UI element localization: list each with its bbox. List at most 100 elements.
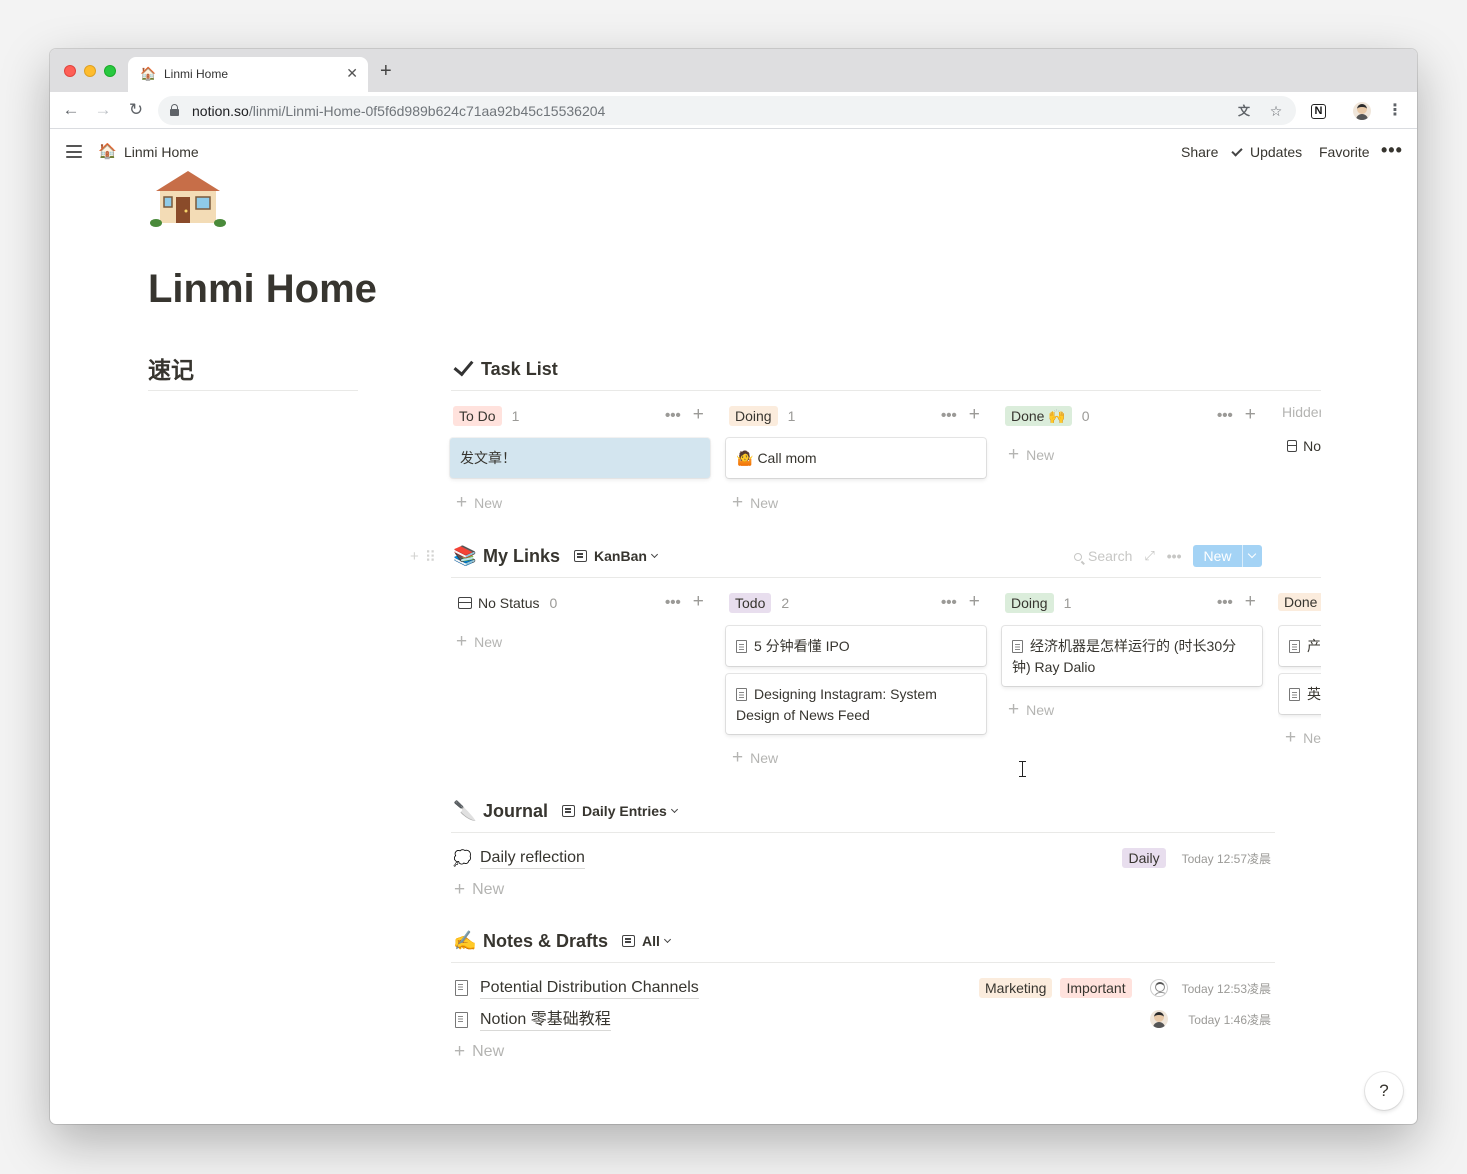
status-tag[interactable]: Todo bbox=[729, 593, 772, 613]
board-card[interactable]: 发文章！ bbox=[450, 438, 710, 478]
column-label[interactable]: No Status bbox=[478, 595, 539, 611]
notion-topbar: 🏠 Linmi Home Share Updates Favorite ••• bbox=[50, 130, 1417, 174]
row-title[interactable]: Daily reflection bbox=[480, 848, 585, 869]
list-item[interactable]: Potential Distribution Channels bbox=[455, 976, 699, 1000]
timestamp: Today 12:57凌晨 bbox=[1181, 851, 1271, 866]
add-new-row-button[interactable]: + New bbox=[454, 880, 504, 899]
column-count: 2 bbox=[781, 595, 790, 611]
add-new-card-button[interactable]: + Ne bbox=[1285, 728, 1321, 747]
forward-icon[interactable]: → bbox=[92, 99, 114, 121]
more-options-icon[interactable]: ••• bbox=[665, 407, 681, 424]
notes-title[interactable]: Notes & Drafts bbox=[483, 931, 608, 952]
status-tag[interactable]: To Do bbox=[453, 406, 502, 426]
more-options-icon[interactable]: ••• bbox=[941, 407, 957, 424]
updates-button[interactable]: Updates bbox=[1231, 144, 1302, 160]
status-tag[interactable]: Done 🙌 bbox=[1005, 406, 1072, 426]
column-tools: ••• + bbox=[941, 404, 980, 426]
status-tag[interactable]: Done bbox=[1278, 593, 1321, 611]
column-header-doing: Doing 1 bbox=[1005, 593, 1071, 613]
board-card[interactable]: 🤷 Call mom bbox=[726, 438, 986, 478]
share-button[interactable]: Share bbox=[1181, 144, 1218, 160]
back-icon[interactable]: ← bbox=[60, 99, 82, 121]
address-bar[interactable]: notion.so/linmi/Linmi-Home-0f5f6d989b624… bbox=[158, 96, 1296, 125]
my-links-title[interactable]: My Links bbox=[483, 546, 560, 567]
hidden-item[interactable]: No bbox=[1287, 438, 1321, 454]
tag-daily: Daily bbox=[1122, 848, 1166, 868]
task-list-title[interactable]: Task List bbox=[481, 359, 558, 380]
expand-icon[interactable]: ⤢ bbox=[1144, 548, 1154, 564]
add-new-row-button[interactable]: + New bbox=[454, 1042, 504, 1061]
row-title[interactable]: Potential Distribution Channels bbox=[480, 978, 699, 999]
add-new-card-button[interactable]: + New bbox=[1008, 700, 1054, 719]
view-switcher[interactable]: Daily Entries bbox=[562, 803, 678, 819]
list-view-icon bbox=[622, 935, 636, 947]
more-options-icon[interactable]: ••• bbox=[665, 594, 681, 611]
thought-bubble-icon: 💭 bbox=[453, 850, 472, 867]
list-item[interactable]: 💭 Daily reflection bbox=[453, 846, 585, 870]
tag-marketing: Marketing bbox=[979, 978, 1053, 998]
left-column-heading[interactable]: 速记 bbox=[148, 351, 194, 385]
close-tab-icon[interactable]: ✕ bbox=[346, 65, 358, 82]
board-card[interactable]: Designing Instagram: System Design of Ne… bbox=[726, 674, 986, 734]
shrug-emoji-icon: 🤷 bbox=[736, 450, 754, 466]
books-icon: 📚 bbox=[453, 546, 477, 567]
chevron-down-icon[interactable] bbox=[1241, 545, 1262, 567]
reload-icon[interactable]: ↻ bbox=[125, 99, 147, 121]
kebab-menu-icon[interactable]: ⋮ bbox=[1386, 102, 1404, 120]
add-new-card-button[interactable]: + New bbox=[732, 493, 778, 512]
board-card[interactable]: 5 分钟看懂 IPO bbox=[726, 626, 986, 666]
help-button[interactable]: ? bbox=[1365, 1072, 1403, 1110]
list-item[interactable]: Notion 零基础教程 bbox=[455, 1008, 611, 1032]
notes-header: ✍️ Notes & Drafts All bbox=[453, 928, 671, 954]
more-options-icon[interactable]: ••• bbox=[1217, 594, 1233, 611]
journal-title[interactable]: Journal bbox=[483, 801, 548, 822]
zoom-window-button[interactable] bbox=[104, 65, 116, 77]
translate-icon[interactable]: 文 bbox=[1234, 101, 1254, 121]
more-options-icon[interactable]: ••• bbox=[1381, 140, 1403, 161]
view-switcher[interactable]: All bbox=[622, 933, 671, 949]
new-tab-button[interactable]: + bbox=[380, 61, 392, 81]
sidebar-toggle-icon[interactable] bbox=[66, 145, 82, 158]
add-new-card-button[interactable]: + New bbox=[1008, 445, 1054, 464]
page-title[interactable]: Linmi Home bbox=[148, 267, 377, 312]
column-count: 0 bbox=[1081, 408, 1090, 424]
row-title[interactable]: Notion 零基础教程 bbox=[480, 1010, 611, 1031]
hidden-column-label[interactable]: Hidden bbox=[1282, 404, 1321, 420]
more-options-icon[interactable]: ••• bbox=[1217, 407, 1233, 424]
more-options-icon[interactable]: ••• bbox=[1167, 548, 1182, 564]
add-icon[interactable]: + bbox=[969, 591, 980, 613]
new-record-button[interactable]: New bbox=[1193, 545, 1262, 567]
minimize-window-button[interactable] bbox=[84, 65, 96, 77]
column-tools: ••• + bbox=[665, 591, 704, 613]
profile-avatar-icon[interactable] bbox=[1353, 102, 1371, 120]
add-icon[interactable]: + bbox=[693, 591, 704, 613]
notion-extension-icon[interactable]: N bbox=[1311, 104, 1326, 119]
add-icon[interactable]: + bbox=[969, 404, 980, 426]
status-tag[interactable]: Doing bbox=[1005, 593, 1054, 613]
column-header-todo: Todo 2 bbox=[729, 593, 789, 613]
add-new-card-button[interactable]: + New bbox=[456, 493, 502, 512]
timestamp: Today 1:46凌晨 bbox=[1188, 1012, 1271, 1027]
board-card[interactable]: 产 bbox=[1279, 626, 1321, 666]
add-new-card-button[interactable]: + New bbox=[456, 632, 502, 651]
browser-tab[interactable]: 🏠 Linmi Home ✕ bbox=[128, 57, 368, 92]
add-icon[interactable]: + bbox=[693, 404, 704, 426]
board-card[interactable]: 经济机器是怎样运行的 (时长30分钟) Ray Dalio bbox=[1002, 626, 1262, 686]
add-icon[interactable]: + bbox=[1245, 591, 1256, 613]
breadcrumb[interactable]: Linmi Home bbox=[124, 144, 199, 160]
close-window-button[interactable] bbox=[64, 65, 76, 77]
status-tag[interactable]: Doing bbox=[729, 406, 778, 426]
view-switcher[interactable]: KanBan bbox=[574, 548, 658, 564]
more-options-icon[interactable]: ••• bbox=[941, 594, 957, 611]
star-icon[interactable]: ☆ bbox=[1266, 101, 1286, 121]
divider bbox=[451, 390, 1321, 391]
card-title: Designing Instagram: System Design of Ne… bbox=[736, 686, 937, 723]
favorite-button[interactable]: Favorite bbox=[1319, 144, 1370, 160]
search-button[interactable]: Search bbox=[1074, 548, 1132, 564]
block-handles[interactable]: + ⠿ bbox=[410, 548, 436, 566]
board-card[interactable]: 英 bbox=[1279, 674, 1321, 714]
house-page-icon[interactable] bbox=[148, 169, 228, 229]
tag-important: Important bbox=[1060, 978, 1132, 998]
add-icon[interactable]: + bbox=[1245, 404, 1256, 426]
add-new-card-button[interactable]: + New bbox=[732, 748, 778, 767]
